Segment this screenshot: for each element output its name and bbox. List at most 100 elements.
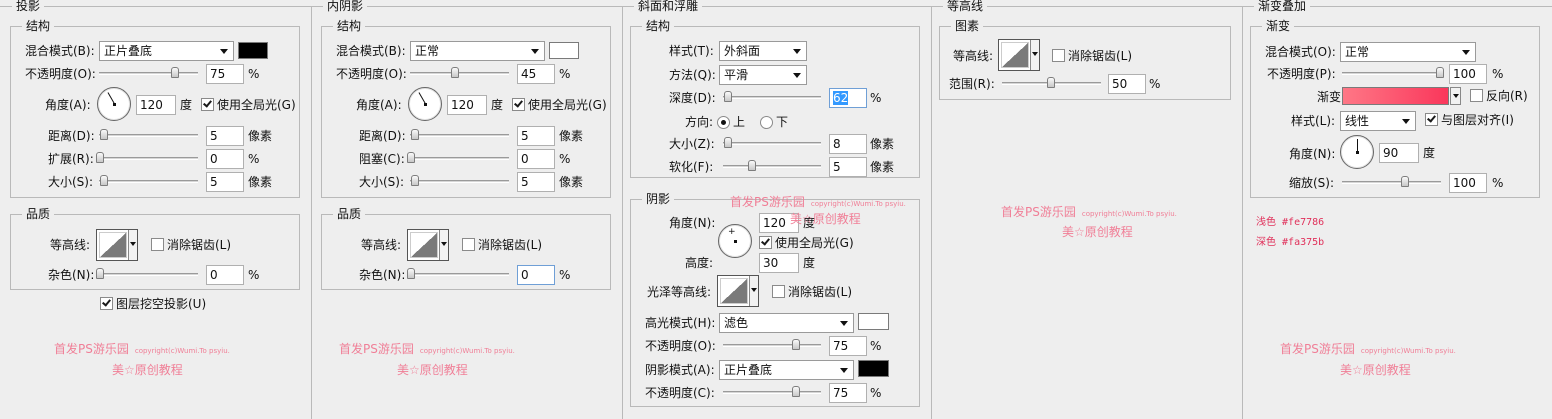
highlight-opacity-input[interactable]: 75: [829, 336, 867, 356]
size-input[interactable]: 8: [829, 134, 867, 154]
opacity-slider-thumb[interactable]: [451, 67, 459, 78]
size-slider[interactable]: [723, 142, 821, 145]
spread-slider[interactable]: [99, 157, 198, 160]
highlight-opacity-slider[interactable]: [723, 344, 821, 347]
opacity-slider[interactable]: [1342, 72, 1441, 75]
gradient-swatch[interactable]: [1342, 87, 1449, 105]
noise-slider[interactable]: [410, 273, 509, 276]
choke-slider[interactable]: [410, 157, 509, 160]
scale-slider-thumb[interactable]: [1401, 176, 1409, 187]
style-select[interactable]: 外斜面: [719, 41, 807, 61]
pixel-unit: 像素: [870, 160, 895, 174]
opacity-slider[interactable]: [410, 72, 509, 75]
scale-input[interactable]: 100: [1449, 173, 1487, 193]
gloss-contour-picker[interactable]: [717, 275, 759, 307]
antialias-checkbox[interactable]: [151, 238, 164, 251]
range-input[interactable]: 50: [1108, 74, 1146, 94]
choke-slider-thumb[interactable]: [407, 152, 415, 163]
opacity-input[interactable]: 100: [1449, 64, 1487, 84]
size-input[interactable]: 5: [517, 172, 555, 192]
opacity-slider-thumb[interactable]: [171, 67, 179, 78]
altitude-input[interactable]: 30: [759, 253, 799, 273]
global-light-checkbox[interactable]: [512, 98, 525, 111]
shading-legend: 阴影: [642, 192, 675, 206]
distance-slider-thumb[interactable]: [411, 129, 419, 140]
opacity-slider-thumb[interactable]: [1436, 67, 1444, 78]
opacity-input[interactable]: 75: [206, 64, 244, 84]
angle-dial[interactable]: +: [718, 224, 752, 258]
shadow-color-swatch[interactable]: [549, 42, 579, 59]
soften-slider-thumb[interactable]: [748, 160, 756, 171]
shadow-color-swatch[interactable]: [238, 42, 268, 59]
antialias-checkbox[interactable]: [772, 285, 785, 298]
distance-slider[interactable]: [410, 134, 509, 137]
direction-up-radio[interactable]: [717, 116, 730, 129]
contour-panel: 等高线 图素 等高线: 消除锯齿(L) 范围(R): 50 % 首发PS游乐园 c…: [931, 0, 1242, 419]
shadow-mode-select[interactable]: 正片叠底: [719, 360, 854, 380]
size-slider[interactable]: [410, 180, 509, 183]
angle-input[interactable]: 120: [447, 95, 487, 115]
noise-input[interactable]: 0: [206, 265, 244, 285]
angle-dial[interactable]: [1340, 135, 1374, 169]
highlight-color-swatch[interactable]: [858, 313, 889, 330]
shadow-opacity-slider[interactable]: [723, 391, 821, 394]
soften-input[interactable]: 5: [829, 157, 867, 177]
align-layer-checkbox[interactable]: [1425, 113, 1438, 126]
chevron-down-icon[interactable]: [439, 230, 448, 260]
blend-mode-select[interactable]: 正常: [1340, 42, 1476, 62]
contour-picker[interactable]: [96, 229, 138, 261]
soften-slider[interactable]: [723, 165, 821, 168]
gradient-dropdown-button[interactable]: [1450, 87, 1461, 105]
opacity-input[interactable]: 45: [517, 64, 555, 84]
style-select[interactable]: 线性: [1340, 111, 1416, 131]
angle-dial[interactable]: [97, 87, 131, 121]
size-slider-thumb[interactable]: [411, 175, 419, 186]
direction-down-radio[interactable]: [760, 116, 773, 129]
depth-slider-thumb[interactable]: [724, 91, 732, 102]
percent-unit: %: [248, 152, 260, 166]
shadow-color-swatch[interactable]: [858, 360, 889, 377]
range-slider-thumb[interactable]: [1047, 77, 1055, 88]
contour-picker[interactable]: [407, 229, 449, 261]
noise-slider[interactable]: [99, 273, 198, 276]
opacity-slider[interactable]: [99, 72, 198, 75]
global-light-checkbox[interactable]: [201, 98, 214, 111]
noise-input[interactable]: 0: [517, 265, 555, 285]
angle-dial[interactable]: [408, 87, 442, 121]
size-slider[interactable]: [99, 180, 198, 183]
distance-input[interactable]: 5: [517, 126, 555, 146]
size-input[interactable]: 5: [206, 172, 244, 192]
angle-input[interactable]: 90: [1379, 143, 1419, 163]
angle-input[interactable]: 120: [136, 95, 176, 115]
knockout-checkbox[interactable]: [100, 297, 113, 310]
distance-slider[interactable]: [99, 134, 198, 137]
size-slider-thumb[interactable]: [100, 175, 108, 186]
depth-input[interactable]: 62: [829, 88, 867, 108]
size-slider-thumb[interactable]: [724, 137, 732, 148]
global-light-checkbox[interactable]: [759, 236, 772, 249]
spread-input[interactable]: 0: [206, 149, 244, 169]
depth-label: 深度(D):: [669, 91, 716, 105]
technique-select[interactable]: 平滑: [719, 65, 807, 85]
highlight-opacity-slider-thumb[interactable]: [792, 339, 800, 350]
depth-slider[interactable]: [723, 96, 821, 99]
scale-slider[interactable]: [1342, 181, 1441, 184]
distance-input[interactable]: 5: [206, 126, 244, 146]
reverse-checkbox[interactable]: [1470, 89, 1483, 102]
chevron-down-icon[interactable]: [128, 230, 137, 260]
shadow-opacity-input[interactable]: 75: [829, 383, 867, 403]
blend-mode-select[interactable]: 正片叠底: [99, 41, 234, 61]
chevron-down-icon[interactable]: [749, 276, 758, 306]
antialias-checkbox[interactable]: [462, 238, 475, 251]
blend-mode-select[interactable]: 正常: [410, 41, 545, 61]
distance-slider-thumb[interactable]: [100, 129, 108, 140]
shadow-opacity-slider-thumb[interactable]: [792, 386, 800, 397]
noise-slider-thumb[interactable]: [407, 268, 415, 279]
choke-input[interactable]: 0: [517, 149, 555, 169]
noise-slider-thumb[interactable]: [96, 268, 104, 279]
antialias-checkbox[interactable]: [1052, 49, 1065, 62]
highlight-mode-select[interactable]: 滤色: [719, 313, 854, 333]
chevron-down-icon[interactable]: [1030, 40, 1039, 70]
contour-picker[interactable]: [998, 39, 1040, 71]
spread-slider-thumb[interactable]: [96, 152, 104, 163]
